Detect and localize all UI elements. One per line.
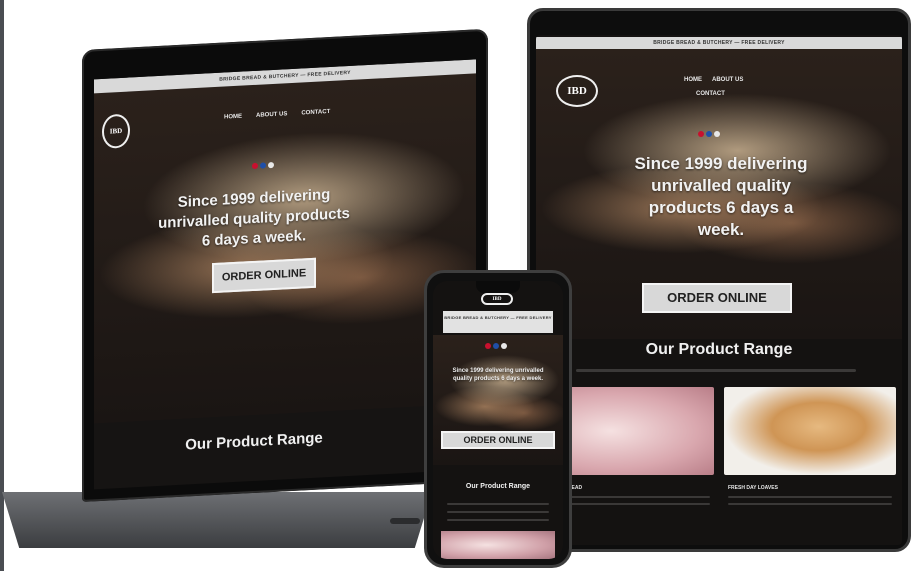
product-card[interactable]: FRESH DAY LOAVES: [724, 387, 896, 505]
phone-notch: [476, 281, 520, 293]
tablet-screen: BRIDGE BREAD & BUTCHERY — FREE DELIVERY …: [536, 35, 902, 545]
hero-headline: Since 1999 delivering unrivalled quality…: [634, 154, 808, 239]
flag-icons: [485, 343, 507, 349]
flag-icon: [501, 343, 507, 349]
product-title: FRESH DAY LOAVES: [728, 485, 778, 491]
phone-screen: IBD BRIDGE BREAD & BUTCHERY — FREE DELIV…: [433, 281, 563, 559]
announcement-bar: BRIDGE BREAD & BUTCHERY — FREE DELIVERY: [443, 311, 553, 333]
product-range-subtitle-line: [447, 519, 549, 521]
nav-home[interactable]: HOME: [684, 77, 702, 83]
flag-icon: [698, 131, 704, 137]
logo[interactable]: IBD: [481, 293, 513, 305]
main-nav: HOME ABOUT US: [684, 77, 743, 83]
flag-icon: [252, 162, 258, 170]
product-range-subtitle-line: [576, 369, 856, 372]
tablet-device: BRIDGE BREAD & BUTCHERY — FREE DELIVERY …: [527, 8, 911, 552]
logo[interactable]: IBD: [556, 75, 598, 107]
flag-icons: [698, 131, 720, 137]
laptop-base: [2, 492, 432, 548]
flag-icon: [485, 343, 491, 349]
nav-about[interactable]: ABOUT US: [712, 77, 743, 83]
product-grid: FRESH BREAD FRESH DAY LOAVES: [536, 387, 902, 505]
product-desc-line: [728, 496, 892, 498]
flag-icon: [268, 161, 274, 169]
phone-device: IBD BRIDGE BREAD & BUTCHERY — FREE DELIV…: [424, 270, 572, 568]
order-online-button[interactable]: ORDER ONLINE: [642, 283, 792, 313]
product-range-subtitle-line: [447, 503, 549, 505]
product-image: [441, 531, 555, 559]
hero-image: [94, 73, 476, 424]
nav-contact[interactable]: CONTACT: [696, 91, 725, 97]
product-range-title: Our Product Range: [645, 341, 793, 358]
laptop-port: [390, 518, 420, 524]
flag-icon: [706, 131, 712, 137]
laptop-screen: BRIDGE BREAD & BUTCHERY — FREE DELIVERY …: [94, 59, 476, 490]
flag-icons: [252, 161, 274, 170]
nav-home[interactable]: HOME: [224, 114, 242, 121]
order-online-button[interactable]: ORDER ONLINE: [441, 431, 555, 449]
product-image: [724, 387, 896, 475]
flag-icon: [714, 131, 720, 137]
product-range-subtitle-line: [447, 511, 549, 513]
product-range-title: Our Product Range: [185, 429, 323, 454]
order-online-button[interactable]: ORDER ONLINE: [212, 257, 316, 294]
hero-headline: Since 1999 delivering unrivalled quality…: [158, 185, 350, 250]
announcement-bar: BRIDGE BREAD & BUTCHERY — FREE DELIVERY: [536, 37, 902, 49]
main-nav-row2: CONTACT: [696, 91, 725, 97]
product-desc-line: [728, 503, 892, 505]
flag-icon: [493, 343, 499, 349]
flag-icon: [260, 162, 266, 169]
hero-headline: Since 1999 delivering unrivalled quality…: [452, 368, 544, 382]
product-range-title: Our Product Range: [465, 483, 531, 490]
